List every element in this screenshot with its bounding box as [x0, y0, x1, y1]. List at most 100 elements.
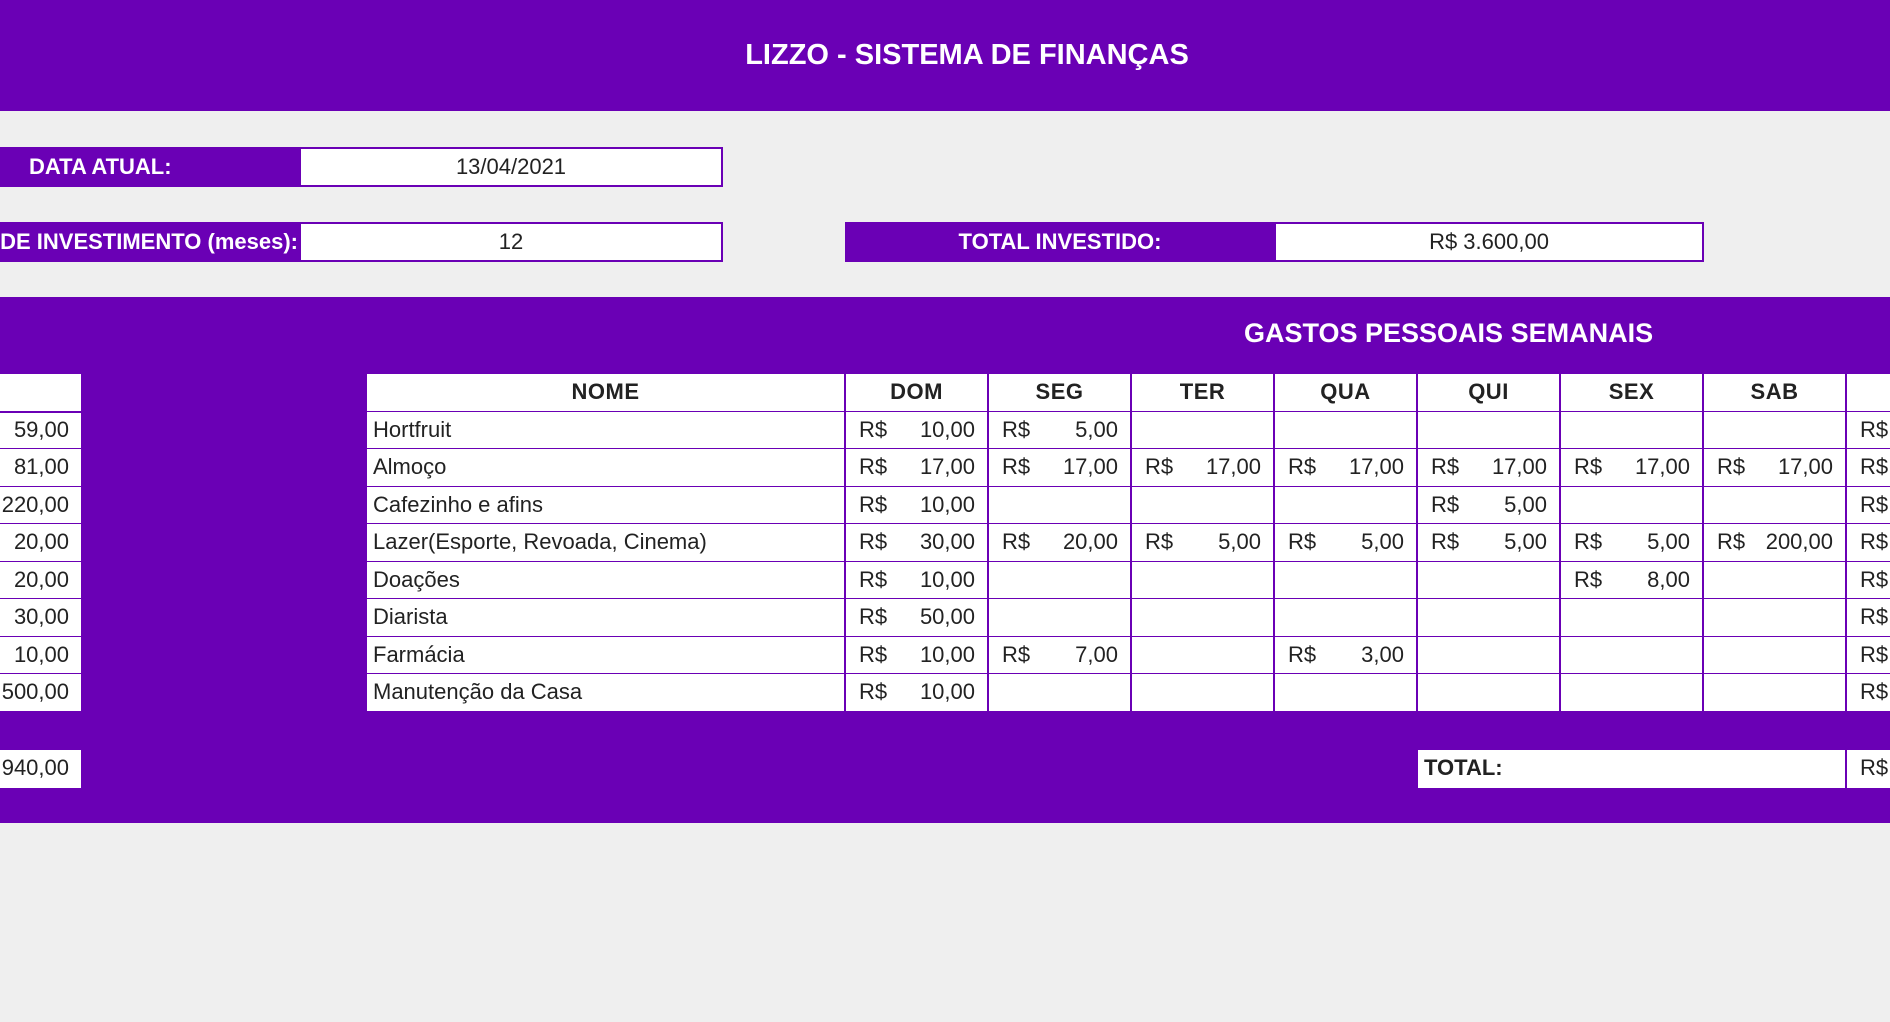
expense-name: Hortfruit [373, 416, 452, 442]
expense-day-cell[interactable]: R$ 10,00 [846, 486, 989, 525]
investment-period-value-cell[interactable]: 12 [299, 222, 723, 262]
expense-day-cell[interactable]: R$ 10,00 [846, 561, 989, 600]
expense-amount: 17,00 [919, 454, 975, 479]
row-total-partial-cell[interactable]: R$ [1847, 636, 1890, 675]
expense-day-cell[interactable] [989, 674, 1132, 713]
expense-day-cell[interactable]: R$ 5,00 [1418, 524, 1561, 563]
expense-day-cell[interactable]: R$ 3,00 [1275, 636, 1418, 675]
left-column-value[interactable]: 220,00 [0, 486, 81, 525]
left-column-value[interactable]: 20,00 [0, 561, 81, 600]
expense-name-cell[interactable]: Hortfruit [367, 411, 846, 450]
expense-day-cell[interactable] [1561, 674, 1704, 713]
expense-day-cell[interactable] [1418, 561, 1561, 600]
left-column-value[interactable]: 10,00 [0, 636, 81, 675]
expense-day-cell[interactable]: R$ 5,00 [989, 411, 1132, 450]
left-column-value[interactable]: 81,00 [0, 449, 81, 488]
currency-symbol: R$ [1288, 454, 1317, 479]
expense-day-cell[interactable] [1704, 636, 1847, 675]
expense-day-cell[interactable]: R$ 10,00 [846, 411, 989, 450]
expense-name-cell[interactable]: Almoço [367, 449, 846, 488]
expense-day-cell[interactable]: R$ 5,00 [1132, 524, 1275, 563]
expense-name-cell[interactable]: Doações [367, 561, 846, 600]
row-total-partial-cell[interactable]: R$ [1847, 561, 1890, 600]
expense-day-cell[interactable]: R$ 50,00 [846, 599, 989, 638]
expense-day-cell[interactable] [1275, 411, 1418, 450]
expense-name: Diarista [373, 604, 448, 629]
expense-day-cell[interactable] [1418, 674, 1561, 713]
expense-day-cell[interactable] [1704, 674, 1847, 713]
expense-day-cell[interactable] [989, 599, 1132, 638]
expense-day-cell[interactable] [1418, 636, 1561, 675]
expense-day-cell[interactable]: R$ 8,00 [1561, 561, 1704, 600]
expense-day-cell[interactable]: R$ 17,00 [1561, 449, 1704, 488]
expense-day-cell[interactable]: R$ 30,00 [846, 524, 989, 563]
expense-day-cell[interactable]: R$ 5,00 [1561, 524, 1704, 563]
expense-amount: 3,00 [1361, 641, 1404, 667]
expense-day-cell[interactable] [1561, 486, 1704, 525]
expense-day-cell[interactable] [1132, 599, 1275, 638]
row-total-partial-cell[interactable]: R$ [1847, 674, 1890, 713]
expense-day-cell[interactable]: R$ 17,00 [989, 449, 1132, 488]
row-total-currency: R$ [1860, 491, 1889, 517]
total-invested-value-cell[interactable]: R$ 3.600,00 [1274, 222, 1704, 262]
left-column-value[interactable]: 59,00 [0, 411, 81, 450]
expense-day-cell[interactable]: R$ 5,00 [1418, 486, 1561, 525]
expense-name-cell[interactable]: Manutenção da Casa [367, 674, 846, 713]
expense-day-cell[interactable] [989, 561, 1132, 600]
expense-day-cell[interactable]: R$ 200,00 [1704, 524, 1847, 563]
currency-symbol: R$ [1717, 454, 1746, 479]
row-total-partial-cell[interactable]: R$ [1847, 411, 1890, 450]
row-total-partial-cell[interactable]: R$ [1847, 486, 1890, 525]
expense-day-cell[interactable]: R$ 10,00 [846, 636, 989, 675]
expense-day-cell[interactable]: R$ 7,00 [989, 636, 1132, 675]
expense-day-cell[interactable] [1275, 599, 1418, 638]
expense-name-cell[interactable]: Farmácia [367, 636, 846, 675]
total-invested-label: TOTAL INVESTIDO: [845, 222, 1275, 262]
column-header-dom: DOM [846, 374, 989, 413]
expense-amount: 17,00 [1777, 454, 1833, 479]
left-column-value[interactable]: 500,00 [0, 674, 81, 713]
expense-day-cell[interactable]: R$ 17,00 [1132, 449, 1275, 488]
expense-name-cell[interactable]: Diarista [367, 599, 846, 638]
left-column-value[interactable]: 20,00 [0, 524, 81, 563]
expense-amount: 50,00 [919, 604, 975, 629]
left-column-value[interactable]: 30,00 [0, 599, 81, 638]
expense-day-cell[interactable]: R$ 20,00 [989, 524, 1132, 563]
row-total-partial-cell[interactable]: R$ [1847, 524, 1890, 563]
expense-day-cell[interactable]: R$ 17,00 [1275, 449, 1418, 488]
currency-symbol: R$ [859, 454, 888, 479]
expense-day-cell[interactable] [1132, 636, 1275, 675]
expense-day-cell[interactable] [1704, 411, 1847, 450]
left-column-total[interactable]: 940,00 [0, 750, 81, 788]
column-header-qui: QUI [1418, 374, 1561, 413]
row-total-partial-cell[interactable]: R$ [1847, 449, 1890, 488]
expense-day-cell[interactable] [1704, 561, 1847, 600]
expense-day-cell[interactable] [1132, 486, 1275, 525]
expense-day-cell[interactable] [1704, 486, 1847, 525]
expense-day-cell[interactable] [1704, 599, 1847, 638]
expense-day-cell[interactable] [1275, 561, 1418, 600]
expense-name-cell[interactable]: Lazer(Esporte, Revoada, Cinema) [367, 524, 846, 563]
expense-day-cell[interactable] [1561, 636, 1704, 675]
date-label: DATA ATUAL: [0, 147, 300, 187]
expense-day-cell[interactable]: R$ 5,00 [1275, 524, 1418, 563]
expense-day-cell[interactable] [1275, 674, 1418, 713]
expense-name-cell[interactable]: Cafezinho e afins [367, 486, 846, 525]
expense-day-cell[interactable] [1561, 599, 1704, 638]
expense-day-cell[interactable] [1418, 411, 1561, 450]
expense-day-cell[interactable] [1132, 411, 1275, 450]
grand-total-partial-cell[interactable]: R$ [1847, 750, 1890, 788]
expense-name: Cafezinho e afins [373, 491, 543, 517]
expense-day-cell[interactable] [1132, 674, 1275, 713]
row-total-partial-cell[interactable]: R$ [1847, 599, 1890, 638]
expense-day-cell[interactable] [1132, 561, 1275, 600]
expense-day-cell[interactable] [1561, 411, 1704, 450]
expense-day-cell[interactable]: R$ 17,00 [846, 449, 989, 488]
expense-day-cell[interactable]: R$ 17,00 [1704, 449, 1847, 488]
date-value-cell[interactable]: 13/04/2021 [299, 147, 723, 187]
expense-day-cell[interactable]: R$ 17,00 [1418, 449, 1561, 488]
expense-day-cell[interactable] [989, 486, 1132, 525]
expense-day-cell[interactable] [1275, 486, 1418, 525]
expense-day-cell[interactable] [1418, 599, 1561, 638]
expense-day-cell[interactable]: R$ 10,00 [846, 674, 989, 713]
